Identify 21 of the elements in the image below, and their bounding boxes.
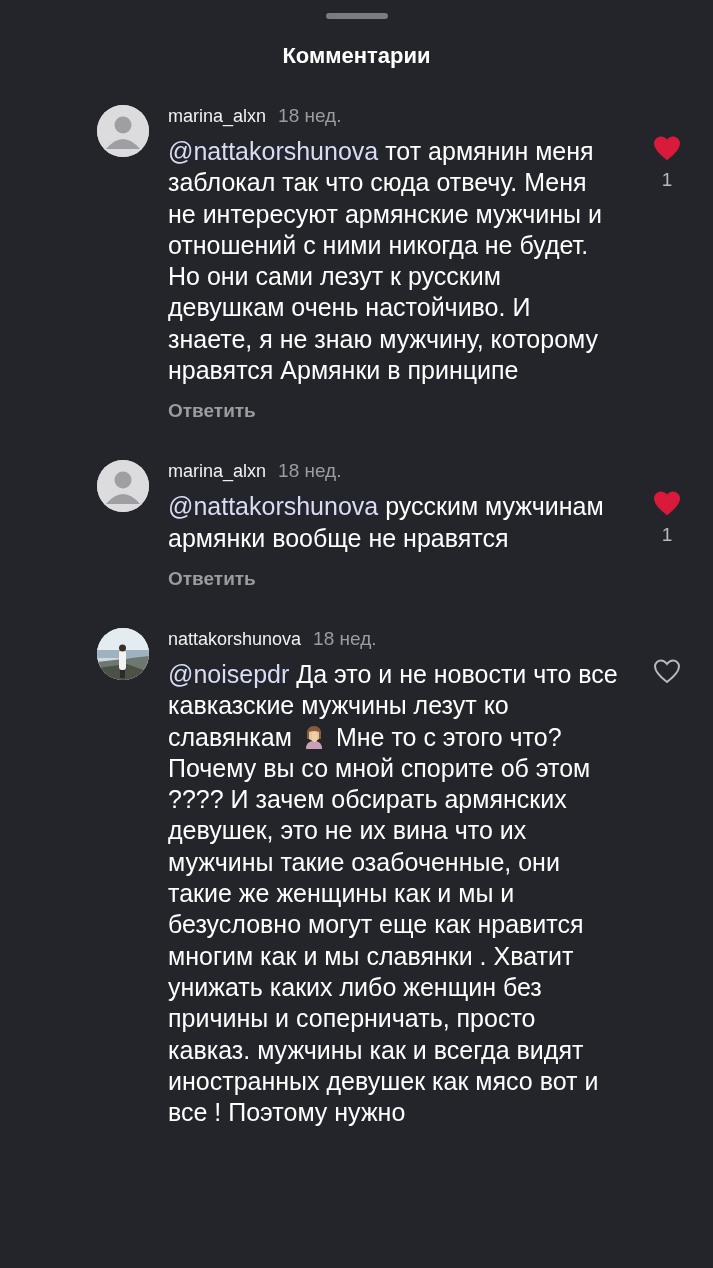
comment-time: 18 нед. [278,105,342,127]
username[interactable]: nattakorshunova [168,628,302,650]
drag-handle[interactable] [325,13,388,19]
username[interactable]: marina_alxn [168,106,267,127]
comment-time: 18 нед. [313,627,377,650]
comment-text: @noisepdr Да это и не новости что все кавказские мужчины лезут ко славянкам Мне то с этого что? Почему вы со мной спорите об этом ???? И зачем обсирать армянских девушек, это не их вина что их мужчины такие озабоченные, они такие же женщины как и мы и безусловно могут еще как нравится многим как и мы славянки . Хватит унижать каких либо женщин без причины и соперничать, просто кавказ. мужчины как и всегда видят иностранных девушек как мясо вот и все ! Поэтому нужно [168,658,619,1129]
comment-text: @nattakorshunova тот армянин меня заблокал так что сюда отвечу. Меня не интересуют армянские мужчины и отношений с ними никогда не будет. Но они сами лезут к русским девушкам очень настойчиво. И знаете, я не знаю мужчину, которому нравятся Армянки в принципе [168,136,603,387]
like-count: 1 [661,169,673,191]
sheet-title: Комментарии [282,43,431,69]
username[interactable]: marina_alxn [168,461,267,483]
avatar-icon[interactable] [97,105,149,157]
comment-text: @nattakorshunova русским мужчинам армянки вообще не нравятся [168,491,605,554]
mention-link[interactable]: @noisepdr [168,659,290,688]
reply-link[interactable]: Ответить [168,567,256,590]
mention-link[interactable]: @nattakorshunova [168,137,379,165]
reply-link[interactable]: Ответить [168,400,256,423]
comment-time: 18 нед. [278,460,342,483]
mention-link[interactable]: @nattakorshunova [168,492,379,521]
like-count: 1 [661,524,673,547]
avatar-icon[interactable] [97,460,149,513]
heart-icon[interactable] [653,657,681,684]
